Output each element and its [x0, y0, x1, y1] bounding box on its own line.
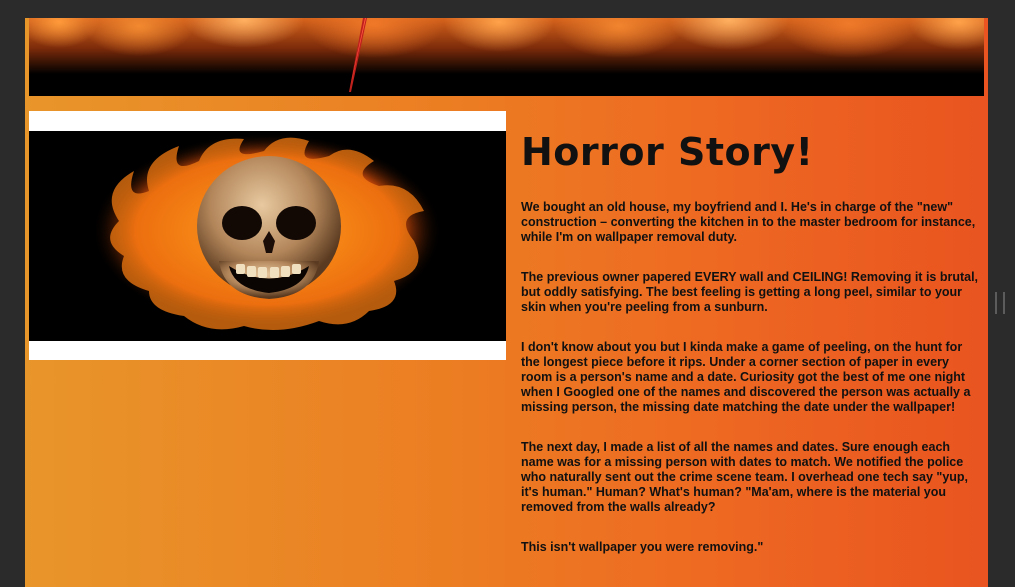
story-content: Horror Story! We bought an old house, my… — [521, 130, 983, 580]
resize-grip-icon[interactable] — [995, 292, 1005, 314]
page-background: Horror Story! We bought an old house, my… — [25, 18, 988, 587]
blood-drip-icon — [349, 18, 367, 92]
story-paragraph-1: We bought an old house, my boyfriend and… — [521, 199, 976, 244]
story-paragraph-2: The previous owner papered EVERY wall an… — [521, 269, 979, 314]
story-paragraph-4: The next day, I made a list of all the n… — [521, 439, 969, 514]
flame-banner — [29, 18, 984, 96]
flaming-skull-image — [29, 131, 506, 341]
story-paragraph-3: I don't know about you but I kinda make … — [521, 339, 971, 414]
story-paragraph-5: This isn't wallpaper you were removing." — [521, 539, 764, 554]
skull-photo-frame — [29, 111, 506, 360]
flame-band-image — [29, 18, 984, 74]
browser-top-bar — [0, 0, 1015, 18]
story-title: Horror Story! — [521, 130, 814, 174]
